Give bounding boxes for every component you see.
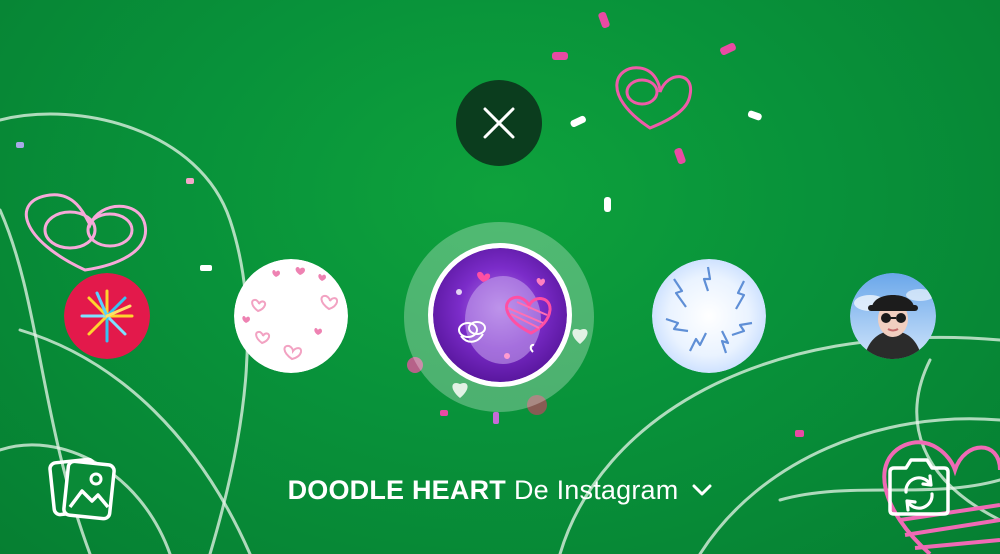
effect-pink-hearts[interactable] — [234, 259, 348, 373]
chevron-down-icon[interactable] — [692, 483, 712, 497]
flip-camera-icon — [888, 458, 950, 516]
effect-title-bar[interactable]: DOODLE HEART De Instagram — [0, 470, 1000, 510]
effect-lightning[interactable] — [652, 259, 766, 373]
pink-hearts-effect-thumbnail — [234, 259, 348, 373]
camera-preview: DOODLE HEART De Instagram — [0, 0, 1000, 554]
effect-profile[interactable] — [850, 273, 936, 359]
effect-doodle-heart[interactable] — [433, 248, 567, 382]
close-button[interactable] — [456, 80, 542, 166]
doodle-heart-effect-thumbnail — [433, 248, 567, 382]
profile-avatar-thumbnail — [850, 273, 936, 359]
effect-name: DOODLE HEART — [287, 474, 506, 505]
close-icon — [483, 107, 515, 139]
lightning-effect-thumbnail — [652, 259, 766, 373]
effect-fireworks[interactable] — [64, 273, 150, 359]
fireworks-effect-thumbnail — [64, 273, 150, 359]
flip-camera-button[interactable] — [884, 454, 954, 520]
effect-creator: De Instagram — [513, 474, 679, 505]
